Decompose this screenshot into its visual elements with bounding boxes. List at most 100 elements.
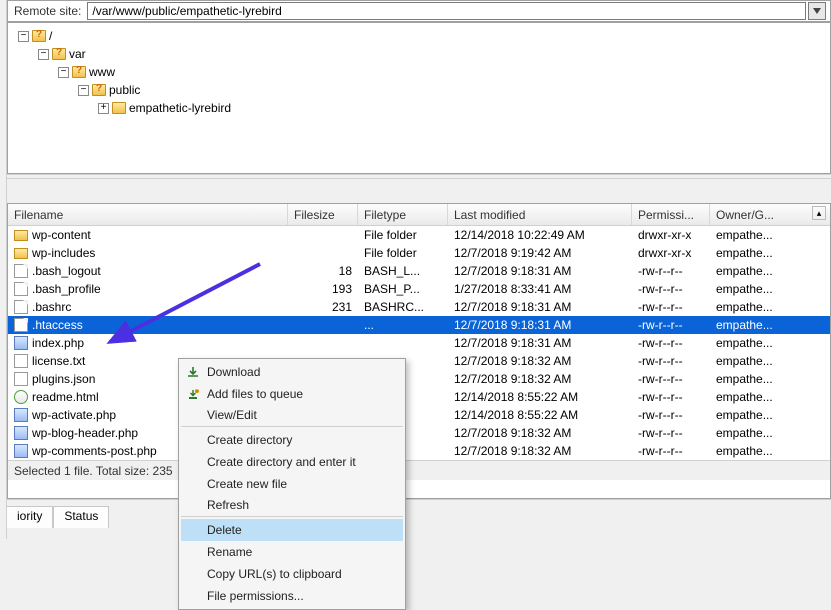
context-menu-item[interactable]: Copy URL(s) to clipboard — [181, 563, 403, 585]
file-modified: 12/7/2018 9:18:32 AM — [448, 372, 632, 386]
tree-toggle-icon[interactable]: − — [58, 67, 69, 78]
col-header-filename[interactable]: Filename — [8, 204, 288, 225]
file-row[interactable]: .htaccess...12/7/2018 9:18:31 AM-rw-r--r… — [8, 316, 830, 334]
file-owner: empathe... — [710, 354, 800, 368]
file-row[interactable]: wp-includesFile folder12/7/2018 9:19:42 … — [8, 244, 830, 262]
context-menu-label: Add files to queue — [207, 387, 303, 401]
col-header-filesize[interactable]: Filesize — [288, 204, 358, 225]
file-row[interactable]: readme.html12/14/2018 8:55:22 AM-rw-r--r… — [8, 388, 830, 406]
context-menu-item[interactable]: View/Edit — [181, 405, 403, 427]
download-icon — [185, 364, 201, 380]
context-menu-item[interactable]: + Add files to queue — [181, 383, 403, 405]
file-row[interactable]: .bash_profile193BASH_P...1/27/2018 8:33:… — [8, 280, 830, 298]
file-type-icon — [14, 390, 28, 404]
file-permissions: -rw-r--r-- — [632, 444, 710, 458]
context-menu-label: Create new file — [207, 477, 287, 491]
file-type-icon — [14, 336, 28, 350]
tree-node[interactable]: − public — [14, 81, 824, 99]
file-row[interactable]: .bashrc231BASHRC...12/7/2018 9:18:31 AM-… — [8, 298, 830, 316]
file-name: wp-content — [32, 228, 91, 242]
context-menu-item[interactable]: File permissions... — [181, 585, 403, 607]
file-row[interactable]: plugins.json12/7/2018 9:18:32 AM-rw-r--r… — [8, 370, 830, 388]
context-menu-label: Refresh — [207, 498, 249, 512]
file-permissions: -rw-r--r-- — [632, 264, 710, 278]
remote-path-input[interactable] — [87, 2, 806, 20]
file-type: File folder — [358, 228, 448, 242]
file-type: BASHRC... — [358, 300, 448, 314]
file-row[interactable]: license.txt12/7/2018 9:18:32 AM-rw-r--r-… — [8, 352, 830, 370]
context-menu-item[interactable]: Refresh — [181, 495, 403, 517]
svg-text:+: + — [196, 388, 199, 396]
file-name: wp-blog-header.php — [32, 426, 138, 440]
bottom-tabs: iority Status — [7, 499, 831, 539]
file-permissions: drwxr-xr-x — [632, 228, 710, 242]
file-modified: 12/7/2018 9:19:42 AM — [448, 246, 632, 260]
file-type-icon — [14, 248, 28, 259]
file-permissions: -rw-r--r-- — [632, 336, 710, 350]
file-modified: 12/14/2018 10:22:49 AM — [448, 228, 632, 242]
remote-tree-panel[interactable]: −/−var−www−public+empathetic-lyrebird — [7, 22, 831, 174]
file-row[interactable]: wp-activate.php12/14/2018 8:55:22 AM-rw-… — [8, 406, 830, 424]
file-size: 193 — [288, 282, 358, 296]
file-type-icon — [14, 444, 28, 458]
tab-priority[interactable]: iority — [7, 506, 53, 528]
remote-path-dropdown[interactable] — [808, 2, 826, 20]
file-name: .htaccess — [32, 318, 83, 332]
col-header-permissions[interactable]: Permissi... — [632, 204, 710, 225]
file-modified: 12/14/2018 8:55:22 AM — [448, 390, 632, 404]
add-queue-icon: + — [185, 386, 201, 402]
tab-status[interactable]: Status — [53, 506, 109, 528]
col-header-owner[interactable]: Owner/G... — [710, 204, 800, 225]
context-menu-item[interactable]: Download — [181, 361, 403, 383]
context-menu-label: Delete — [207, 523, 242, 537]
file-type-icon — [14, 408, 28, 422]
file-list-body[interactable]: wp-content File folder12/14/2018 10:22:49… — [8, 226, 830, 460]
tree-label: public — [109, 83, 140, 97]
context-menu-label: View/Edit — [207, 408, 257, 422]
tree-node[interactable]: − www — [14, 63, 824, 81]
file-type-icon — [14, 372, 28, 386]
context-menu-label: Copy URL(s) to clipboard — [207, 567, 342, 581]
context-menu-item[interactable]: Create directory and enter it — [181, 451, 403, 473]
tree-node[interactable]: −var — [14, 45, 824, 63]
file-modified: 12/7/2018 9:18:32 AM — [448, 354, 632, 368]
file-permissions: -rw-r--r-- — [632, 426, 710, 440]
file-row[interactable]: wp-comments-post.php12/7/2018 9:18:32 AM… — [8, 442, 830, 460]
context-menu-label: Create directory — [207, 433, 292, 447]
tree-toggle-icon[interactable]: − — [18, 31, 29, 42]
file-owner: empathe... — [710, 246, 800, 260]
col-header-filetype[interactable]: Filetype — [358, 204, 448, 225]
file-owner: empathe... — [710, 228, 800, 242]
context-menu[interactable]: Download + Add files to queue View/Edit Crea… — [178, 358, 406, 610]
left-splitter[interactable] — [0, 0, 7, 539]
context-menu-item[interactable]: Delete — [181, 519, 403, 541]
file-permissions: -rw-r--r-- — [632, 372, 710, 386]
context-menu-item[interactable]: Create new file — [181, 473, 403, 495]
file-row[interactable]: wp-blog-header.php 12/7/2018 9:18:32 AM-r… — [8, 424, 830, 442]
tree-node[interactable]: +empathetic-lyrebird — [14, 99, 824, 117]
file-list-header: Filename Filesize Filetype Last modified… — [8, 204, 830, 226]
file-owner: empathe... — [710, 336, 800, 350]
file-type: BASH_L... — [358, 264, 448, 278]
chevron-down-icon — [813, 8, 821, 14]
file-modified: 12/14/2018 8:55:22 AM — [448, 408, 632, 422]
file-name: wp-includes — [32, 246, 95, 260]
folder-icon — [32, 30, 46, 42]
file-row[interactable]: wp-content File folder12/14/2018 10:22:49… — [8, 226, 830, 244]
tree-label: www — [89, 65, 115, 79]
file-type-icon — [14, 354, 28, 368]
context-menu-label: File permissions... — [207, 589, 304, 603]
folder-icon — [92, 84, 106, 96]
tree-toggle-icon[interactable]: − — [78, 85, 89, 96]
tree-node[interactable]: −/ — [14, 27, 824, 45]
file-modified: 12/7/2018 9:18:32 AM — [448, 426, 632, 440]
tree-toggle-icon[interactable]: − — [38, 49, 49, 60]
folder-icon — [112, 102, 126, 114]
col-header-modified[interactable]: Last modified — [448, 204, 632, 225]
file-name: wp-comments-post.php — [32, 444, 157, 458]
scroll-up-icon[interactable]: ▴ — [812, 206, 826, 220]
file-row[interactable]: .bash_logout18BASH_L...12/7/2018 9:18:31… — [8, 262, 830, 280]
tree-toggle-icon[interactable]: + — [98, 103, 109, 114]
file-row[interactable]: index.php12/7/2018 9:18:31 AM-rw-r--r--e… — [8, 334, 830, 352]
context-menu-item[interactable]: Create directory — [181, 429, 403, 451]
